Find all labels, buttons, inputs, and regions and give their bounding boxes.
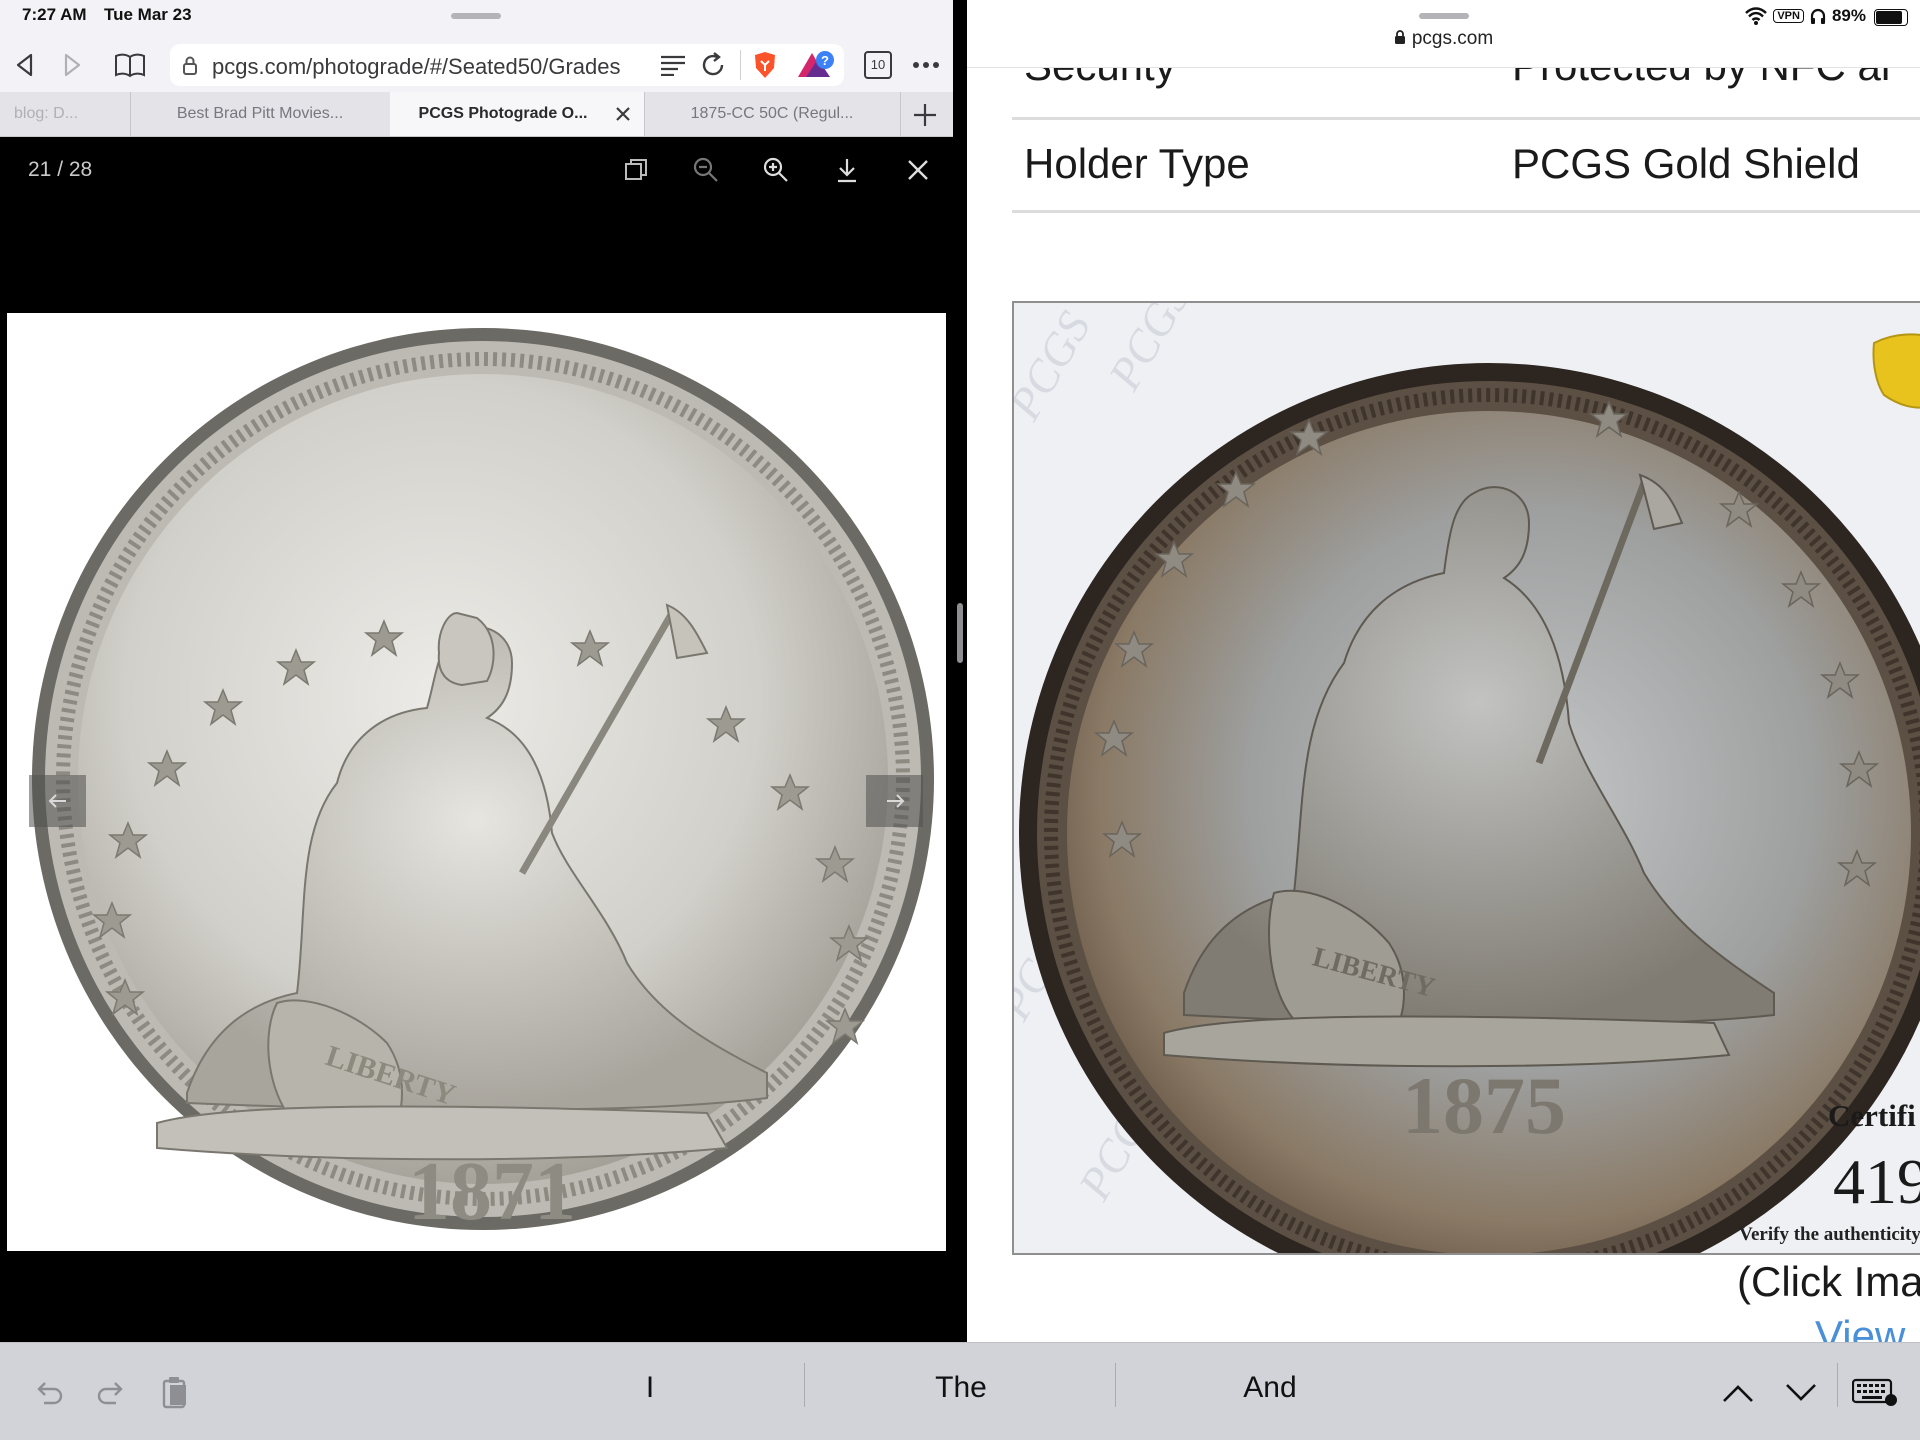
headphones-icon [1810, 8, 1826, 24]
multitasking-grabber[interactable] [451, 13, 501, 19]
book-icon [115, 53, 145, 78]
keyboard-icon [1852, 1378, 1897, 1406]
undo-button[interactable] [29, 1373, 69, 1413]
redo-icon [97, 1382, 123, 1405]
chevron-up-icon [1723, 1385, 1753, 1402]
tab-brad-pitt[interactable]: Best Brad Pitt Movies... [130, 92, 391, 136]
cert-verify-text: Verify the authenticity [1739, 1224, 1920, 1245]
svg-text:PCGS: PCGS [1098, 303, 1200, 399]
lock-icon [183, 56, 197, 75]
undo-icon [37, 1382, 63, 1405]
gold-shield-icon [1872, 333, 1920, 409]
address-bar[interactable]: pcgs.com/photograde/#/Seated50/Grades ? [170, 44, 844, 86]
clipboard-icon [162, 1377, 186, 1409]
split-view-handle[interactable] [957, 603, 963, 663]
battery-icon [1874, 9, 1908, 26]
status-bar-right: VPN 89% pcgs.com [967, 0, 1920, 68]
arrow-left-icon [48, 794, 66, 808]
new-tab-button[interactable] [900, 92, 953, 136]
status-bar-left: 7:27 AM Tue Mar 23 [0, 0, 953, 38]
previous-field-button[interactable] [1718, 1373, 1758, 1413]
click-image-caption[interactable]: (Click Ima [1737, 1258, 1920, 1306]
download-button[interactable] [830, 153, 864, 187]
view-link[interactable]: View [1815, 1312, 1905, 1342]
zoom-out-icon [693, 157, 718, 182]
tab-pcgs-photograde[interactable]: PCGS Photograde O... [390, 92, 645, 136]
forward-button[interactable] [55, 48, 89, 82]
spec-label: Holder Type [1024, 140, 1250, 187]
zoom-out-button[interactable] [689, 153, 723, 187]
copy-icon [625, 159, 647, 180]
chevron-down-icon [1786, 1384, 1816, 1401]
svg-text:?: ? [821, 53, 829, 68]
plus-icon [914, 104, 936, 126]
svg-text:PCGS: PCGS [1014, 303, 1100, 429]
fullscreen-button[interactable] [619, 153, 653, 187]
zoom-in-icon [763, 157, 788, 182]
lock-icon-right [1394, 30, 1406, 45]
forward-arrow-icon [64, 53, 81, 77]
tab-blog[interactable]: blog: D... [0, 92, 131, 136]
spec-value: PCGS Gold Shield [1512, 140, 1860, 187]
coin-photo: LIBERTY 1871 [7, 313, 946, 1251]
back-button[interactable] [8, 48, 42, 82]
back-arrow-icon [16, 53, 33, 77]
tab-strip: blog: D... Best Brad Pitt Movies... PCGS… [0, 92, 953, 137]
status-date: Tue Mar 23 [104, 5, 192, 24]
right-browser-pane: VPN 89% pcgs.com Security Protected by N… [967, 0, 1920, 1342]
pcgs-slab-image[interactable]: PCGS PCGS PCGS PCGS [1012, 301, 1920, 1255]
close-tab-icon[interactable] [615, 106, 631, 122]
next-image-button[interactable] [866, 775, 923, 827]
suggestion-1[interactable]: I [500, 1371, 800, 1405]
spec-row-holder-type: Holder Type PCGS Gold Shield [1012, 120, 1920, 213]
suggestion-divider [1115, 1363, 1116, 1407]
suggestion-3[interactable]: And [1120, 1371, 1420, 1405]
coin-1871-image: LIBERTY 1871 [32, 328, 934, 1238]
brave-rewards-icon: ? [798, 51, 834, 77]
keyboard-shortcut-bar: I The And [0, 1342, 1920, 1440]
paste-button[interactable] [155, 1373, 195, 1413]
ellipsis-icon [913, 62, 939, 68]
right-domain-text: pcgs.com [1411, 28, 1494, 49]
previous-image-button[interactable] [29, 775, 86, 827]
suggestion-divider [804, 1363, 805, 1407]
cert-number: 419 [1833, 1146, 1920, 1217]
tab-overview-button[interactable]: 10 [861, 48, 895, 82]
coin-1875-image: PCGS PCGS PCGS PCGS [1014, 303, 1920, 1253]
coin-year: 1871 [408, 1145, 576, 1238]
show-keyboard-button[interactable] [1852, 1373, 1898, 1413]
more-menu-button[interactable] [909, 48, 943, 82]
url-text: pcgs.com/photograde/#/Seated50/Grades [212, 54, 621, 79]
left-browser-pane: 7:27 AM Tue Mar 23 pcgs.com/photograde/#… [0, 0, 953, 1342]
slab-coin-year: 1875 [1402, 1060, 1566, 1151]
right-address-bar[interactable]: pcgs.com [967, 28, 1920, 50]
download-icon [838, 159, 856, 183]
redo-button[interactable] [91, 1373, 131, 1413]
image-viewer-toolbar: 21 / 28 [0, 137, 953, 203]
tab-count-badge: 10 [864, 51, 892, 79]
close-icon [908, 160, 928, 180]
browser-toolbar: pcgs.com/photograde/#/Seated50/Grades ? … [0, 38, 953, 92]
next-field-button[interactable] [1781, 1373, 1821, 1413]
wifi-icon [1745, 7, 1768, 25]
multitasking-grabber-right[interactable] [1419, 13, 1469, 19]
image-counter: 21 / 28 [28, 158, 93, 181]
cert-label: Certifi [1828, 1098, 1916, 1133]
bookmarks-button[interactable] [113, 48, 147, 82]
close-viewer-button[interactable] [901, 153, 935, 187]
tab-1875-cc[interactable]: 1875-CC 50C (Regul... [644, 92, 901, 136]
split-view-divider[interactable] [953, 0, 967, 1342]
battery-percent: 89% [1831, 6, 1866, 25]
zoom-in-button[interactable] [759, 153, 793, 187]
brave-shields-icon [755, 52, 775, 78]
suggestion-2[interactable]: The [811, 1371, 1111, 1405]
arrow-right-icon [886, 794, 904, 808]
status-time: 7:27 AM [22, 5, 87, 24]
reload-icon [702, 52, 724, 76]
vpn-badge: VPN [1773, 9, 1804, 23]
toolbar-divider [1837, 1363, 1838, 1407]
reader-mode-icon [661, 55, 685, 76]
